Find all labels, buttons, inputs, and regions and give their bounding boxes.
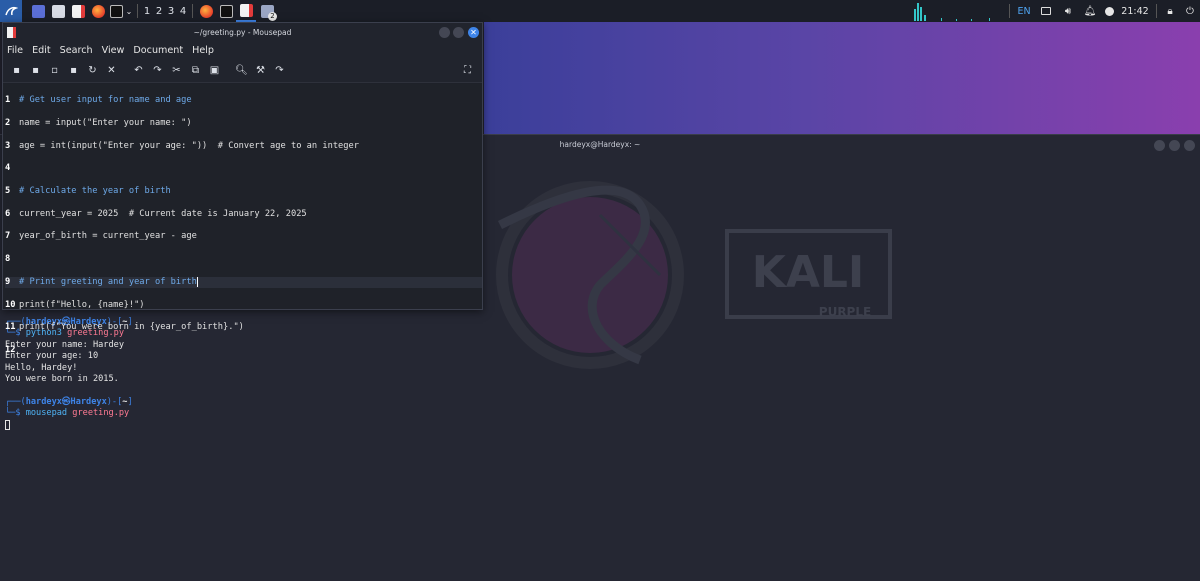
minimize-button[interactable] xyxy=(439,27,450,38)
code-text[interactable]: 1 # Get user input for name and age 2 name… xyxy=(5,84,482,379)
reload-icon[interactable]: ↻ xyxy=(86,64,99,77)
code-line: 11 print(f"You were born in {year_of_birt… xyxy=(5,322,244,333)
code-editor[interactable]: 1 # Get user input for name and age 2 name… xyxy=(3,84,482,355)
code-line-current: 9 # Print greeting and year of birth xyxy=(5,276,482,289)
keyboard-layout[interactable]: EN xyxy=(1013,0,1035,22)
kali-menu-icon[interactable] xyxy=(0,0,22,22)
code-line: 3 age = int(input("Enter your age: ")) # … xyxy=(5,140,359,151)
mousepad-window[interactable]: ~/greeting.py - Mousepad ✕ File Edit Sea… xyxy=(2,22,483,355)
display-icon[interactable] xyxy=(1035,0,1057,22)
taskbar-terminal-icon[interactable] xyxy=(216,0,236,22)
prompt-user: hardeyx xyxy=(25,396,62,407)
replace-icon[interactable]: ⚒ xyxy=(254,64,267,77)
menu-search[interactable]: Search xyxy=(60,45,93,56)
goto-icon[interactable]: ↷ xyxy=(273,64,286,77)
toolbar: ▪ ▪ ▫ ▪ ↻ ✕ ↶ ↷ ✂ ⧉ ▣ 🔍︎ ⚒ ↷ ⛶ xyxy=(3,59,482,83)
wallpaper-logo-text: KALI xyxy=(752,247,865,298)
desktop-wallpaper xyxy=(484,22,1200,136)
taskbar-firefox-icon[interactable] xyxy=(196,0,216,22)
open-icon[interactable]: ▫ xyxy=(48,64,61,77)
new-window-icon[interactable]: ▪ xyxy=(29,64,42,77)
bell-icon[interactable]: 🔔︎ xyxy=(1079,0,1101,22)
code-line: 8 xyxy=(5,254,11,265)
minimize-button[interactable] xyxy=(1154,140,1165,151)
cpu-graph-icon xyxy=(914,3,990,21)
redo-icon[interactable]: ↷ xyxy=(151,64,164,77)
command-arg: greeting.py xyxy=(72,408,130,419)
window-title: ~/greeting.py - Mousepad xyxy=(193,28,292,37)
code-line: 4 xyxy=(5,163,11,174)
code-line: 12 xyxy=(5,344,16,355)
logout-icon[interactable]: ⏻ xyxy=(1180,0,1200,22)
code-line: 5 # Calculate the year of birth xyxy=(5,186,171,197)
workspace-3[interactable]: 3 xyxy=(165,0,177,22)
fullscreen-icon[interactable]: ⛶ xyxy=(461,64,474,77)
title-bar[interactable]: ~/greeting.py - Mousepad ✕ xyxy=(3,23,482,42)
maximize-button[interactable] xyxy=(453,27,464,38)
top-panel: ⌄ 1 2 3 4 2 EN 🔊︎ 🔔︎ 21:42 🔒︎ ⏻ xyxy=(0,0,1200,22)
taskbar-mousepad-icon[interactable] xyxy=(236,0,256,22)
workspace-4[interactable]: 4 xyxy=(177,0,189,22)
menu-help[interactable]: Help xyxy=(192,45,214,56)
code-line: 1 # Get user input for name and age xyxy=(5,95,192,106)
code-line: 6 current_year = 2025 # Current date is J… xyxy=(5,208,307,219)
close-file-icon[interactable]: ✕ xyxy=(105,64,118,77)
search-icon[interactable]: 🔍︎ xyxy=(235,64,248,77)
notification-badge: 2 xyxy=(268,12,277,21)
file-manager-icon[interactable] xyxy=(48,0,68,22)
maximize-button[interactable] xyxy=(1169,140,1180,151)
power-status-icon[interactable] xyxy=(1101,0,1117,22)
wallpaper-sub-text: PURPLE xyxy=(819,305,871,319)
paste-icon[interactable]: ▣ xyxy=(208,64,221,77)
code-line: 10 print(f"Hello, {name}!") xyxy=(5,299,145,310)
menu-view[interactable]: View xyxy=(102,45,125,56)
menu-file[interactable]: File xyxy=(7,45,23,56)
menu-bar: File Edit Search View Document Help xyxy=(3,42,482,59)
chevron-down-icon[interactable]: ⌄ xyxy=(124,0,134,22)
close-button[interactable]: ✕ xyxy=(468,27,479,38)
firefox-icon[interactable] xyxy=(88,0,108,22)
code-line: 7 year_of_birth = current_year - age xyxy=(5,231,197,242)
cut-icon[interactable]: ✂ xyxy=(170,64,183,77)
lock-icon[interactable]: 🔒︎ xyxy=(1160,0,1180,22)
workspace-2[interactable]: 2 xyxy=(153,0,165,22)
close-button[interactable] xyxy=(1184,140,1195,151)
undo-icon[interactable]: ↶ xyxy=(132,64,145,77)
terminal-icon[interactable] xyxy=(108,0,124,22)
desktop: ⌄ 1 2 3 4 2 EN 🔊︎ 🔔︎ 21:42 🔒︎ ⏻ KALI PUR… xyxy=(0,0,1200,581)
volume-icon[interactable]: 🔊︎ xyxy=(1057,0,1079,22)
mousepad-app-icon xyxy=(7,27,16,38)
show-desktop-icon[interactable] xyxy=(28,0,48,22)
menu-edit[interactable]: Edit xyxy=(32,45,51,56)
workspace-1[interactable]: 1 xyxy=(141,0,153,22)
text-editor-icon[interactable] xyxy=(68,0,88,22)
terminal-cursor xyxy=(5,419,10,430)
code-line: 2 name = input("Enter your name: ") xyxy=(5,118,192,129)
command-name: mousepad xyxy=(25,408,68,419)
prompt-host: Hardeyx xyxy=(70,396,107,407)
save-icon[interactable]: ▪ xyxy=(67,64,80,77)
clock[interactable]: 21:42 xyxy=(1117,0,1153,22)
menu-document[interactable]: Document xyxy=(133,45,183,56)
copy-icon[interactable]: ⧉ xyxy=(189,64,202,77)
taskbar-files-icon[interactable]: 2 xyxy=(256,0,278,22)
new-file-icon[interactable]: ▪ xyxy=(10,64,23,77)
